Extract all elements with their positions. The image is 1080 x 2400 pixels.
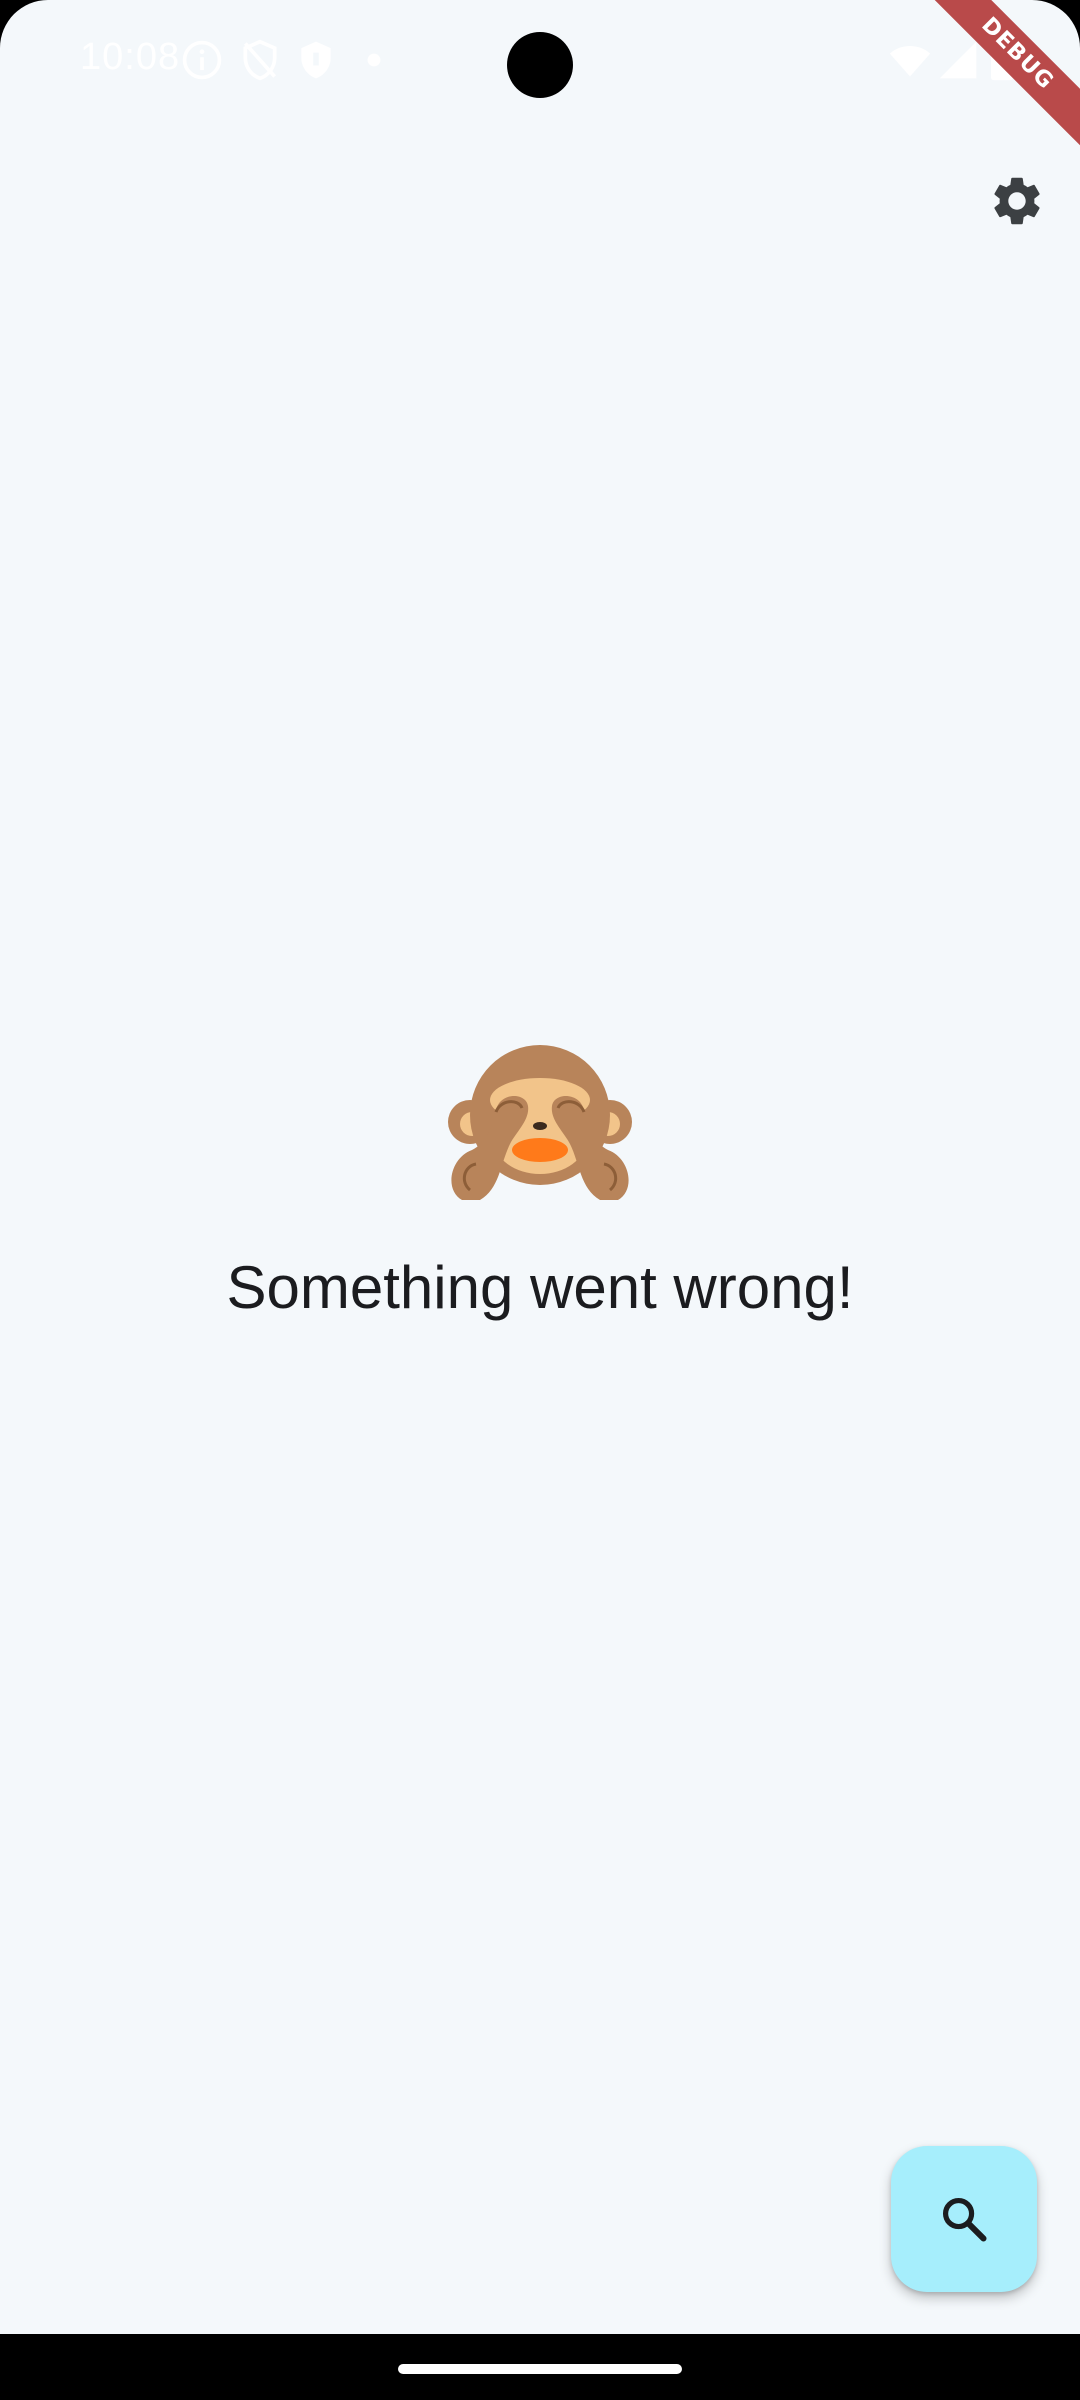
search-fab[interactable] xyxy=(891,2146,1037,2292)
signal-icon xyxy=(939,41,977,79)
camera-cutout xyxy=(507,32,573,98)
shield-off-icon xyxy=(243,39,277,81)
settings-button[interactable] xyxy=(970,154,1064,248)
gear-icon xyxy=(994,177,1040,225)
see-no-evil-monkey-icon xyxy=(448,1045,632,1200)
home-indicator[interactable] xyxy=(398,2364,682,2374)
error-message: Something went wrong! xyxy=(226,1254,854,1321)
navigation-bar xyxy=(0,2334,1080,2400)
error-state: Something went wrong! xyxy=(0,1040,1080,1322)
dot-icon xyxy=(367,53,381,67)
info-icon xyxy=(182,40,222,80)
app-screen: 10:08 DEBUG Something went wrong! xyxy=(0,0,1080,2334)
shield-icon xyxy=(301,41,331,79)
status-bar: 10:08 xyxy=(0,0,1080,120)
search-icon xyxy=(942,2197,987,2242)
wifi-icon xyxy=(889,46,931,77)
status-time: 10:08 xyxy=(80,36,181,78)
